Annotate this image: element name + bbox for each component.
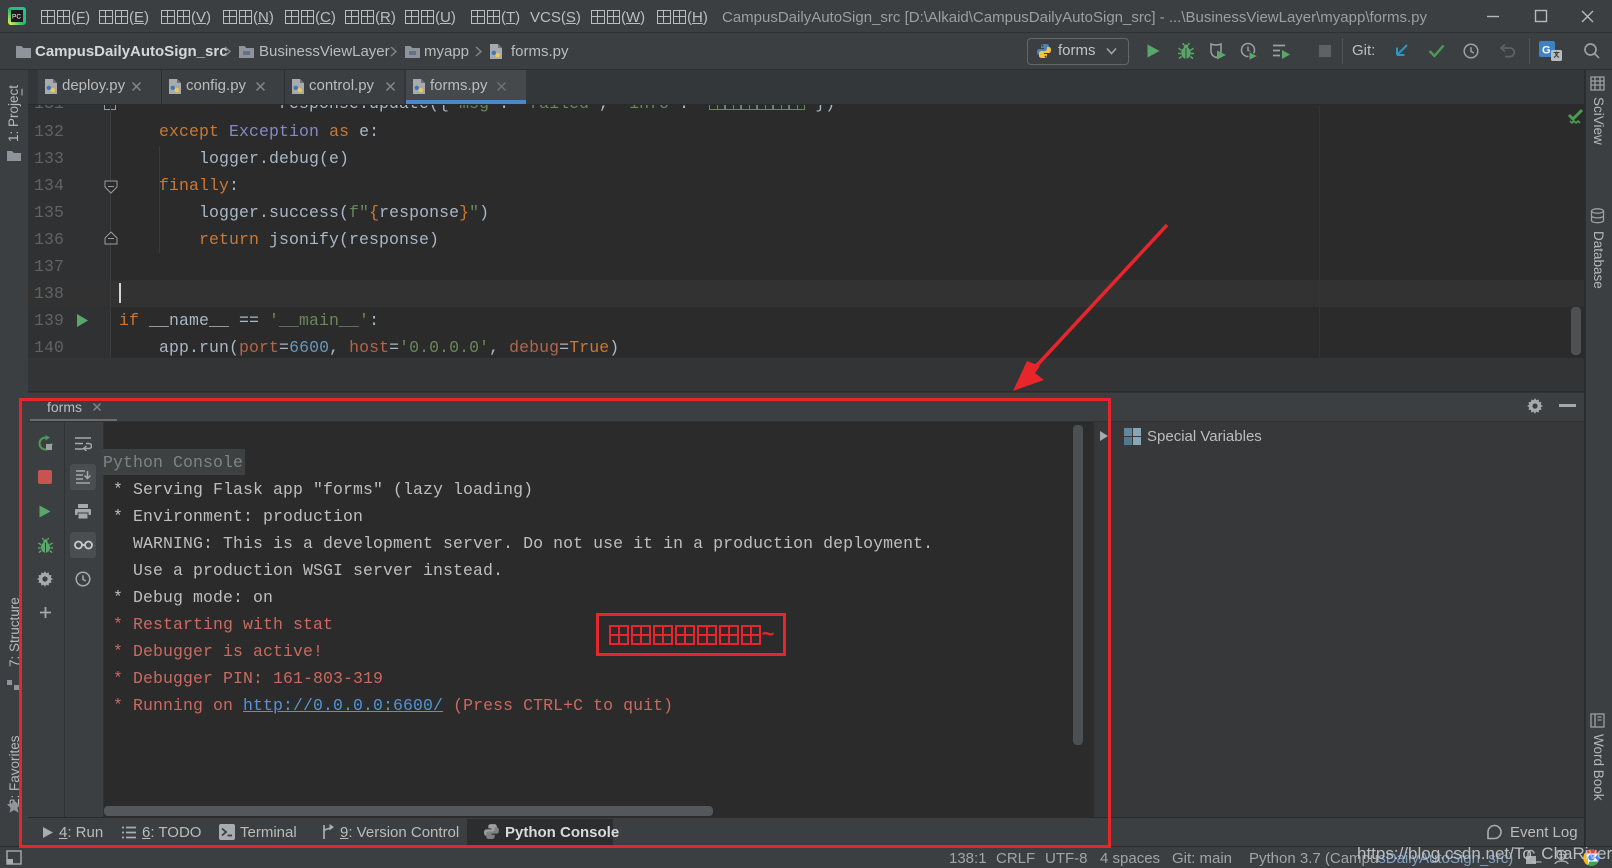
svg-text:G: G: [1542, 45, 1551, 57]
svg-text:PC: PC: [12, 14, 21, 21]
